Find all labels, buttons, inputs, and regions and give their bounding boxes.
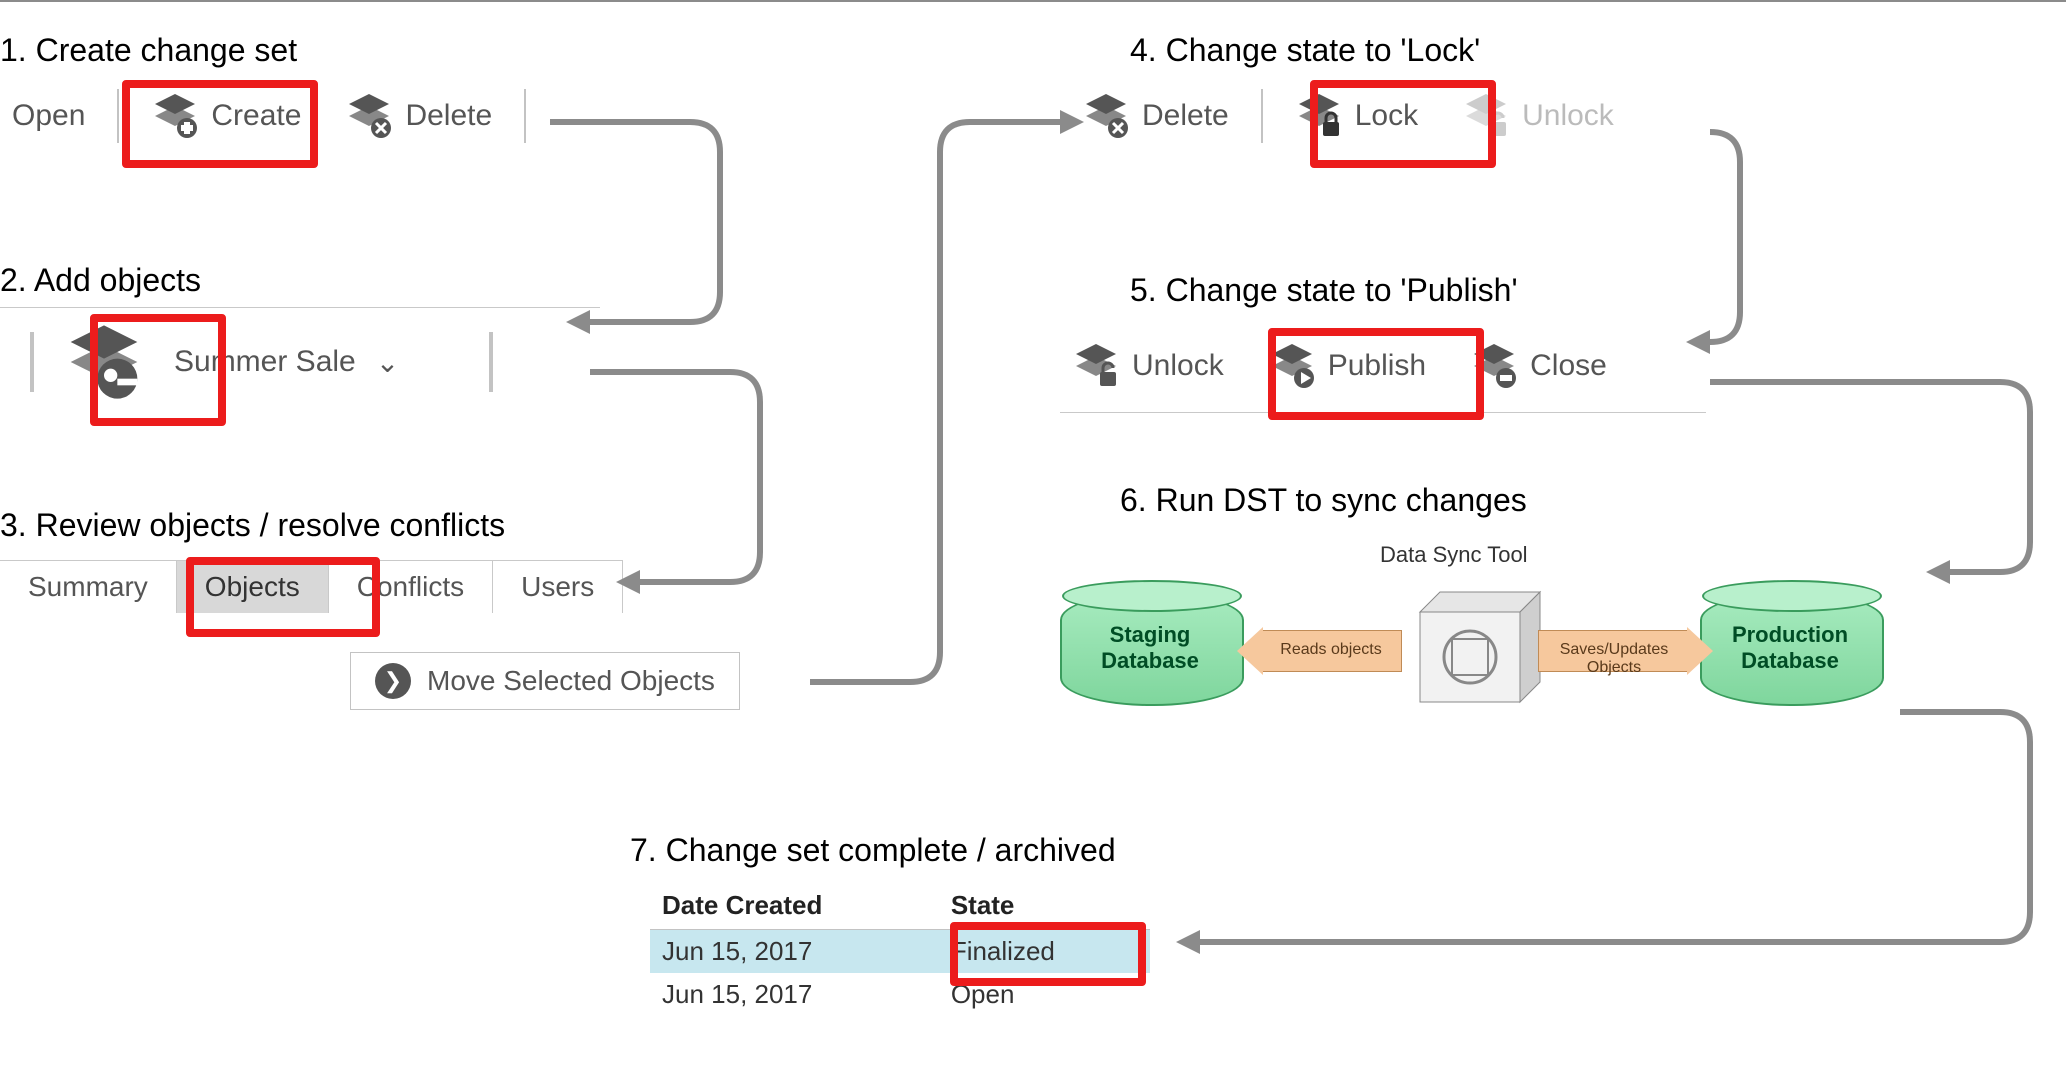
delete-label-4: Delete <box>1142 99 1229 133</box>
cell-state: Open <box>951 979 1150 1010</box>
publish-button[interactable]: Publish <box>1256 338 1438 394</box>
divider <box>489 332 493 392</box>
changeset-dropdown[interactable]: Summer Sale ⌄ <box>174 345 399 379</box>
step2-title: 2. Add objects <box>0 262 201 299</box>
tab-summary[interactable]: Summary <box>0 561 177 613</box>
stack-play-icon <box>1268 342 1316 390</box>
tab-objects[interactable]: Objects <box>177 561 329 613</box>
step3-tabs: Summary Objects Conflicts Users <box>0 560 623 613</box>
col-date-header: Date Created <box>650 890 951 921</box>
cell-date: Jun 15, 2017 <box>650 979 951 1010</box>
flow-arrow-5-6 <box>1700 372 2060 592</box>
stack-unlock-icon <box>1072 342 1120 390</box>
unlock-button-disabled: Unlock <box>1450 88 1626 144</box>
changeset-table: Date Created State Jun 15, 2017 Finalize… <box>650 882 1150 1016</box>
production-db-label: Production Database <box>1700 622 1880 675</box>
unlock-label-5: Unlock <box>1132 349 1224 383</box>
stack-unlock-icon <box>1462 92 1510 140</box>
divider <box>30 332 34 392</box>
step2-rule <box>0 307 600 308</box>
saves-label: Saves/Updates Objects <box>1539 641 1689 677</box>
delete-button[interactable]: Delete <box>333 88 504 144</box>
move-selected-label: Move Selected Objects <box>427 665 715 697</box>
step6-title: 6. Run DST to sync changes <box>1120 482 1527 519</box>
tab-conflicts[interactable]: Conflicts <box>329 561 493 613</box>
step1-toolbar: Open Create Delete <box>0 82 546 162</box>
close-label: Close <box>1530 349 1607 383</box>
stack-minus-icon <box>1470 342 1518 390</box>
saves-arrow: Saves/Updates Objects <box>1538 630 1690 672</box>
flow-arrow-6-7 <box>1160 702 2060 962</box>
divider <box>524 89 526 143</box>
chevron-down-icon: ⌄ <box>376 346 399 379</box>
production-db: Production Database <box>1700 592 1880 706</box>
delete-button-4[interactable]: Delete <box>1070 88 1241 144</box>
unlock-button-5[interactable]: Unlock <box>1060 338 1236 394</box>
stack-lock-icon <box>1295 92 1343 140</box>
close-button[interactable]: Close <box>1458 338 1619 394</box>
staging-db: Staging Database <box>1060 592 1240 706</box>
unlock-label: Unlock <box>1522 99 1614 133</box>
open-label: Open <box>12 99 85 133</box>
table-row[interactable]: Jun 15, 2017 Finalized <box>650 930 1150 973</box>
create-label: Create <box>211 99 301 133</box>
flow-arrow-1-2 <box>540 102 740 332</box>
create-button[interactable]: Create <box>139 88 313 144</box>
stack-plus-icon <box>151 92 199 140</box>
stack-x-icon <box>1082 92 1130 140</box>
reads-arrow: Reads objects <box>1260 630 1402 672</box>
move-selected-button[interactable]: ❯ Move Selected Objects <box>350 652 740 710</box>
stack-key-icon <box>64 322 144 402</box>
dst-box <box>1400 582 1550 712</box>
col-state-header: State <box>951 890 1150 921</box>
step7-title: 7. Change set complete / archived <box>630 832 1116 869</box>
changeset-selected: Summer Sale <box>174 345 356 379</box>
chevron-right-circle-icon: ❯ <box>375 663 411 699</box>
lock-button[interactable]: Lock <box>1283 88 1430 144</box>
step5-title: 5. Change state to 'Publish' <box>1130 272 1518 309</box>
table-row[interactable]: Jun 15, 2017 Open <box>650 973 1150 1016</box>
tab-users[interactable]: Users <box>493 561 623 613</box>
step2-row: Summer Sale ⌄ <box>30 322 493 402</box>
divider <box>1261 89 1263 143</box>
divider <box>117 89 119 143</box>
open-button[interactable]: Open <box>0 95 97 137</box>
delete-label: Delete <box>405 99 492 133</box>
lock-label: Lock <box>1355 99 1418 133</box>
step4-title: 4. Change state to 'Lock' <box>1130 32 1480 69</box>
flow-arrow-3-4 <box>800 102 1100 702</box>
step1-title: 1. Create change set <box>0 32 297 69</box>
cell-state: Finalized <box>951 936 1150 967</box>
step5-toolbar: Unlock Publish Close <box>1060 332 1706 413</box>
step4-toolbar: Delete Lock Unlock <box>1070 82 1736 162</box>
dst-title: Data Sync Tool <box>1380 542 1528 568</box>
step3-title: 3. Review objects / resolve conflicts <box>0 507 505 544</box>
stack-x-icon <box>345 92 393 140</box>
staging-db-label: Staging Database <box>1060 622 1240 675</box>
flow-arrow-2-3 <box>580 362 780 592</box>
reads-label: Reads objects <box>1261 641 1401 659</box>
cell-date: Jun 15, 2017 <box>650 936 951 967</box>
publish-label: Publish <box>1328 349 1426 383</box>
